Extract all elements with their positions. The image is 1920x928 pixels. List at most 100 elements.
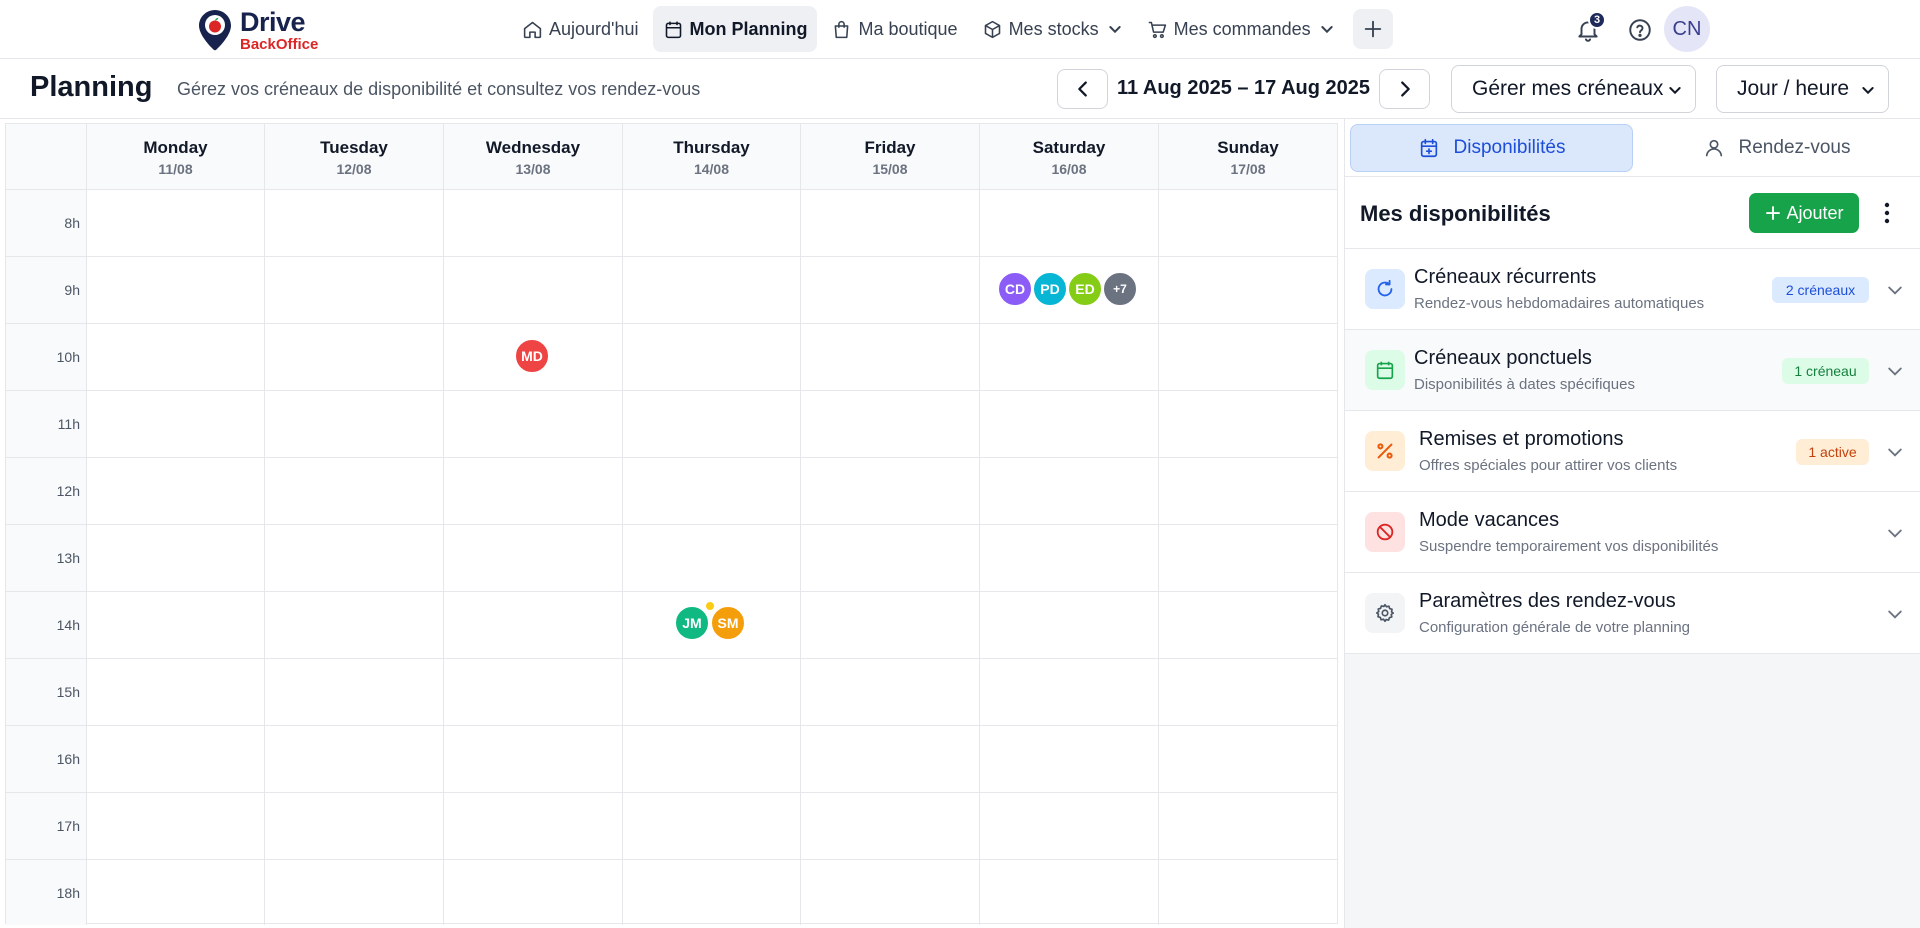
hour-label: 16h — [56, 751, 80, 767]
calendar-icon — [1376, 361, 1394, 380]
hour-row-11h[interactable]: 11h — [6, 391, 1337, 458]
page-title: Planning — [30, 71, 153, 103]
chevron-down-icon — [1888, 610, 1902, 619]
calendar-icon-wrapper — [1365, 350, 1405, 390]
percent-icon — [1377, 443, 1393, 459]
section-one-time-slots[interactable]: Créneaux ponctuels Disponibilités à date… — [1345, 330, 1920, 411]
section-title: Remises et promotions — [1419, 428, 1624, 450]
nav-planning-label: Mon Planning — [689, 18, 808, 39]
hour-label: 8h — [64, 215, 80, 231]
nav-orders-label: Mes commandes — [1173, 18, 1311, 39]
appointment-avatar-pd[interactable]: PD — [1032, 271, 1068, 307]
hour-label: 10h — [56, 349, 80, 365]
section-recurring-slots[interactable]: Créneaux récurrents Rendez-vous hebdomad… — [1345, 249, 1920, 330]
user-avatar[interactable]: CN — [1664, 6, 1710, 52]
section-description: Offres spéciales pour attirer vos client… — [1419, 457, 1678, 474]
notifications-button[interactable]: 3 — [1568, 8, 1608, 52]
column-divider — [979, 190, 980, 925]
view-mode-select[interactable]: Jour / heure — [1716, 65, 1889, 113]
hour-row-14h[interactable]: 14h — [6, 592, 1337, 659]
appointment-avatar-cd[interactable]: CD — [997, 271, 1033, 307]
shopping-bag-icon — [835, 20, 849, 38]
refresh-icon — [1377, 279, 1393, 297]
section-discounts-promotions[interactable]: Remises et promotions Offres spéciales p… — [1345, 411, 1920, 492]
nav-orders[interactable]: Mes commandes — [1137, 6, 1345, 52]
appointment-avatar-jm[interactable]: JM — [674, 605, 710, 641]
hour-row-13h[interactable]: 13h — [6, 525, 1337, 592]
kebab-menu-icon — [1884, 202, 1890, 224]
appointment-avatar-ed[interactable]: ED — [1067, 271, 1103, 307]
hour-row-8h[interactable]: 8h — [6, 190, 1337, 257]
chevron-right-icon — [1400, 81, 1410, 97]
day-date: 11/08 — [158, 161, 193, 177]
day-name: Tuesday — [320, 138, 388, 157]
brand-logo[interactable]: Drive BackOffice — [198, 8, 318, 52]
weekly-calendar: Monday 11/08 Tuesday 12/08 Wednesday 13/… — [5, 123, 1338, 925]
section-title: Créneaux récurrents — [1414, 266, 1597, 288]
section-title: Créneaux ponctuels — [1414, 347, 1592, 369]
section-appointment-settings[interactable]: Paramètres des rendez-vous Configuration… — [1345, 573, 1920, 654]
day-header-friday: Friday 15/08 — [800, 124, 979, 190]
user-icon — [1705, 139, 1722, 157]
appointment-avatar-sm[interactable]: SM — [710, 605, 746, 641]
calendar-icon — [665, 21, 681, 38]
add-new-button[interactable] — [1352, 9, 1393, 49]
day-date: 16/08 — [1051, 161, 1087, 177]
next-week-button[interactable] — [1379, 69, 1430, 109]
chevron-down-icon — [1888, 529, 1902, 538]
add-availability-button[interactable]: Ajouter — [1749, 193, 1859, 233]
add-availability-label: Ajouter — [1786, 202, 1844, 223]
chevron-left-icon — [1077, 81, 1087, 97]
one-time-count-badge: 1 créneau — [1782, 358, 1869, 384]
hour-row-17h[interactable]: 17h — [6, 793, 1337, 860]
page-header: Planning Gérez vos créneaux de disponibi… — [0, 59, 1920, 119]
column-divider — [86, 190, 87, 925]
day-date: 15/08 — [872, 161, 908, 177]
notification-count-badge: 3 — [1588, 11, 1606, 29]
page-subtitle: Gérez vos créneaux de disponibilité et c… — [177, 79, 701, 99]
recurring-count-badge: 2 créneaux — [1772, 277, 1869, 303]
nav-stocks[interactable]: Mes stocks — [972, 6, 1133, 52]
tab-availability[interactable]: Disponibilités — [1350, 124, 1633, 172]
day-name: Thursday — [673, 138, 750, 157]
hour-row-12h[interactable]: 12h — [6, 458, 1337, 525]
manage-slots-select-value: Gérer mes créneaux — [1472, 77, 1664, 100]
date-range-label: 11 Aug 2025 – 17 Aug 2025 — [1116, 77, 1371, 99]
more-options-button[interactable] — [1875, 199, 1899, 227]
top-navigation-bar: Drive BackOffice Aujourd'hui Mon Plannin… — [0, 0, 1920, 59]
more-appointments-badge[interactable]: +7 — [1102, 271, 1138, 307]
panel-title: Mes disponibilités — [1360, 201, 1551, 226]
promotions-active-badge: 1 active — [1796, 439, 1869, 465]
percent-icon-wrapper — [1365, 431, 1405, 471]
help-circle-icon — [1629, 19, 1651, 41]
calendar-header: Monday 11/08 Tuesday 12/08 Wednesday 13/… — [6, 124, 1337, 190]
tab-availability-label: Disponibilités — [1453, 137, 1566, 158]
chevron-down-icon — [1888, 448, 1902, 457]
hour-label: 15h — [56, 684, 80, 700]
nav-shop[interactable]: Ma boutique — [821, 6, 967, 52]
nav-planning[interactable]: Mon Planning — [652, 6, 818, 52]
section-description: Rendez-vous hebdomadaires automatiques — [1414, 295, 1705, 312]
hour-row-16h[interactable]: 16h — [6, 726, 1337, 793]
section-description: Suspendre temporairement vos disponibili… — [1419, 538, 1719, 555]
section-description: Configuration générale de votre planning — [1419, 619, 1691, 636]
day-date: 14/08 — [693, 161, 730, 177]
chevron-down-icon — [1108, 26, 1121, 34]
day-header-monday: Monday 11/08 — [86, 124, 264, 190]
manage-slots-select[interactable]: Gérer mes créneaux — [1451, 65, 1696, 113]
hour-row-10h[interactable]: 10h — [6, 324, 1337, 391]
section-vacation-mode[interactable]: Mode vacances Suspendre temporairement v… — [1345, 492, 1920, 573]
day-header-wednesday: Wednesday 13/08 — [443, 124, 622, 190]
chevron-down-icon — [1669, 87, 1681, 95]
view-mode-select-value: Jour / heure — [1737, 77, 1850, 100]
nav-today[interactable]: Aujourd'hui — [512, 6, 649, 52]
chevron-down-icon — [1320, 26, 1333, 34]
appointment-avatar-md[interactable]: MD — [514, 338, 550, 374]
chevron-down-icon — [1862, 87, 1874, 95]
tab-appointments[interactable]: Rendez-vous — [1635, 124, 1918, 172]
previous-week-button[interactable] — [1057, 69, 1108, 109]
hour-row-18h[interactable]: 18h — [6, 860, 1337, 925]
help-button[interactable] — [1620, 8, 1660, 52]
hour-row-15h[interactable]: 15h — [6, 659, 1337, 726]
plus-icon — [1766, 206, 1781, 220]
